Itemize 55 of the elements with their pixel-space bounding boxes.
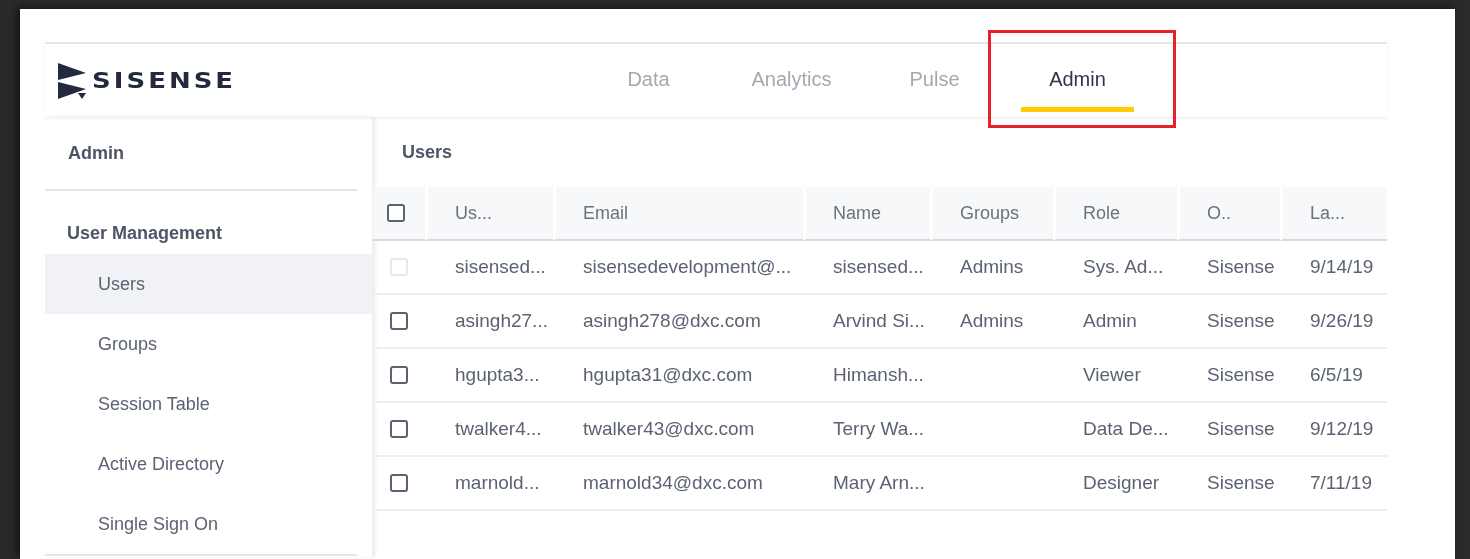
- row-checkbox[interactable]: [390, 474, 408, 492]
- table-cell: Sisense: [1177, 403, 1280, 457]
- table-cell: Admin: [1053, 295, 1177, 349]
- row-checkbox[interactable]: [390, 366, 408, 384]
- table-cell: 7/11/19: [1280, 457, 1387, 511]
- table-cell: sisensed...: [425, 241, 553, 295]
- table-cell: asingh278@dxc.com: [553, 295, 803, 349]
- table-cell: hgupta31@dxc.com: [553, 349, 803, 403]
- table-cell: marnold34@dxc.com: [553, 457, 803, 511]
- sidebar-item[interactable]: Users: [45, 254, 372, 314]
- row-checkbox[interactable]: [390, 420, 408, 438]
- sidebar-item[interactable]: Session Table: [45, 374, 372, 434]
- table-cell: asingh27...: [425, 295, 553, 349]
- column-header[interactable]: La...: [1280, 187, 1387, 241]
- table-cell: Sisense: [1177, 457, 1280, 511]
- table-cell: Admins: [930, 295, 1053, 349]
- table-cell: Designer: [1053, 457, 1177, 511]
- table-cell: Arvind Si...: [803, 295, 930, 349]
- table-cell: Mary Arn...: [803, 457, 930, 511]
- table-cell: marnold...: [425, 457, 553, 511]
- section-heading: User Management: [66, 222, 224, 245]
- table-cell: 6/5/19: [1280, 349, 1387, 403]
- column-header[interactable]: Groups: [930, 187, 1053, 241]
- column-header[interactable]: Email: [553, 187, 803, 241]
- table-cell: Viewer: [1053, 349, 1177, 403]
- sidebar-item[interactable]: Active Directory: [45, 434, 372, 494]
- table-cell: 9/26/19: [1280, 295, 1387, 349]
- table-cell: Terry Wa...: [803, 403, 930, 457]
- sidebar-item[interactable]: Single Sign On: [45, 494, 372, 554]
- table-cell: Data De...: [1053, 403, 1177, 457]
- logo-icon: [58, 62, 88, 99]
- column-header[interactable]: Name: [803, 187, 930, 241]
- column-header[interactable]: O..: [1177, 187, 1280, 241]
- table-cell: hgupta3...: [425, 349, 553, 403]
- table-cell: twalker43@dxc.com: [553, 403, 803, 457]
- table-cell: sisensed...: [803, 241, 930, 295]
- table-cell: Sisense: [1177, 241, 1280, 295]
- sidebar-title: Admin: [67, 142, 125, 165]
- table-cell: Sisense: [1177, 349, 1280, 403]
- row-checkbox[interactable]: [390, 312, 408, 330]
- column-header[interactable]: Role: [1053, 187, 1177, 241]
- table-cell: 9/12/19: [1280, 403, 1387, 457]
- select-all-checkbox[interactable]: [387, 204, 405, 222]
- table-cell: sisensedevelopment@...: [553, 241, 803, 295]
- table-cell: Himansh...: [803, 349, 930, 403]
- nav-tab[interactable]: Admin: [1021, 44, 1134, 112]
- page-title: Users: [401, 141, 454, 164]
- table-cell: 9/14/19: [1280, 241, 1387, 295]
- table-cell: twalker4...: [425, 403, 553, 457]
- table-cell: Admins: [930, 241, 1053, 295]
- table-cell: Sisense: [1177, 295, 1280, 349]
- sidebar-item[interactable]: Groups: [45, 314, 372, 374]
- logo-text: SISENSE: [92, 68, 237, 93]
- column-header[interactable]: Us...: [425, 187, 553, 241]
- table-cell: Sys. Ad...: [1053, 241, 1177, 295]
